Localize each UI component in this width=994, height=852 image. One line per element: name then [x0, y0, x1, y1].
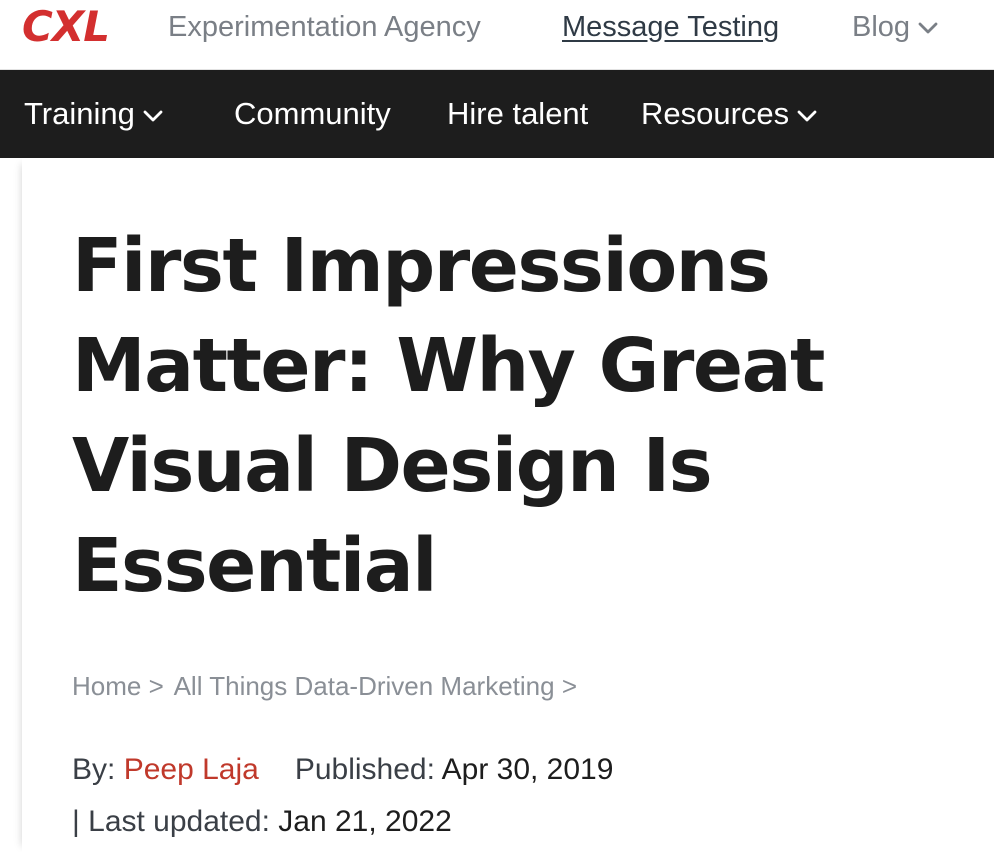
- article-title: First Impressions Matter: Why Great Visu…: [72, 223, 825, 609]
- menu-blog[interactable]: Blog: [852, 10, 940, 44]
- by-label: By:: [72, 753, 116, 786]
- nav-resources-label: Resources: [641, 96, 790, 131]
- updated-label: | Last updated:: [72, 805, 270, 838]
- nav-resources[interactable]: Resources: [641, 96, 819, 132]
- chevron-down-icon: [797, 110, 817, 122]
- link-message-testing[interactable]: Message Testing: [562, 10, 779, 44]
- breadcrumb-separator: >: [561, 671, 577, 701]
- cxl-logo[interactable]: CXL: [22, 4, 110, 50]
- article-container: First Impressions Matter: Why Great Visu…: [22, 158, 994, 852]
- breadcrumb-category[interactable]: All Things Data-Driven Marketing: [174, 671, 555, 701]
- article-updated: | Last updated: Jan 21, 2022: [72, 804, 452, 840]
- published-label: Published:: [294, 753, 435, 786]
- breadcrumb-separator: >: [148, 671, 164, 701]
- author-link[interactable]: Peep Laja: [124, 753, 259, 786]
- chevron-down-icon: [918, 22, 938, 34]
- nav-training[interactable]: Training: [24, 96, 165, 132]
- updated-date: Jan 21, 2022: [278, 805, 452, 838]
- link-experimentation-agency[interactable]: Experimentation Agency: [168, 10, 481, 44]
- article-meta: By: Peep Laja Published: Apr 30, 2019: [72, 752, 613, 788]
- breadcrumb: Home > All Things Data-Driven Marketing …: [72, 670, 581, 702]
- nav-hire-talent[interactable]: Hire talent: [447, 96, 588, 132]
- chevron-down-icon: [143, 110, 163, 122]
- nav-training-label: Training: [24, 96, 135, 131]
- top-bar: CXL Experimentation Agency Message Testi…: [0, 0, 994, 70]
- nav-community[interactable]: Community: [234, 96, 391, 132]
- menu-blog-label: Blog: [852, 11, 911, 43]
- published-date: Apr 30, 2019: [441, 753, 614, 786]
- breadcrumb-home[interactable]: Home: [72, 671, 141, 701]
- main-navigation: Training Community Hire talent Resources: [0, 70, 994, 158]
